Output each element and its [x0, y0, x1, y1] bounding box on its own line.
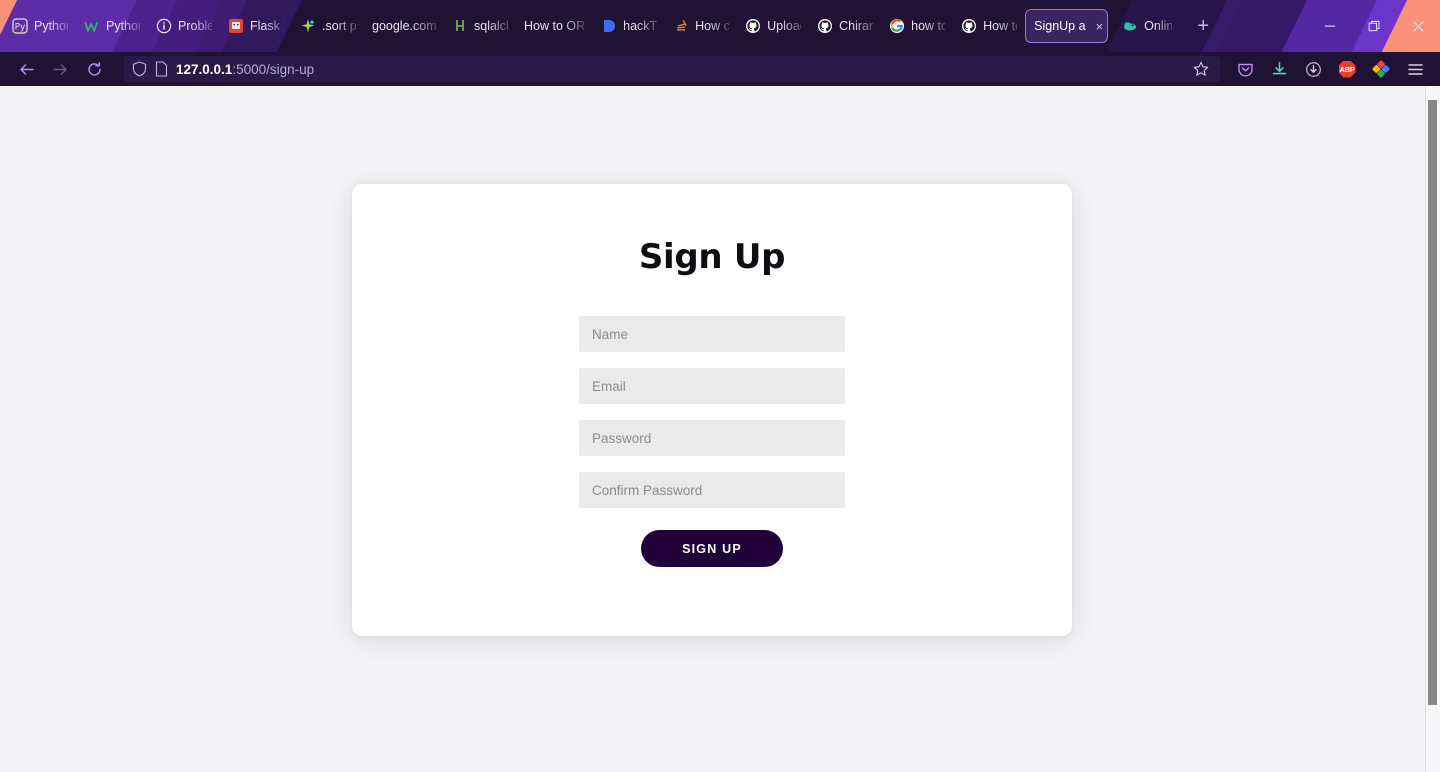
tab-python-1[interactable]: Py Python	[4, 9, 76, 43]
url-text: 127.0.0.1:5000/sign-up	[176, 62, 314, 77]
email-input[interactable]	[579, 368, 845, 404]
tab-sort-py[interactable]: .sort py	[292, 9, 364, 43]
url-host: 127.0.0.1	[176, 61, 233, 77]
tab-google-com[interactable]: google.com	[364, 9, 444, 43]
sparkle-icon	[301, 19, 315, 33]
stackoverflow-icon	[677, 20, 687, 31]
page-icon[interactable]	[155, 61, 168, 77]
tab-close-icon[interactable]: ×	[1096, 20, 1104, 33]
tab-strip: Py Python Python Problem	[0, 0, 1440, 52]
reload-button[interactable]	[78, 55, 110, 83]
maximize-icon	[1368, 20, 1380, 31]
google-icon	[890, 19, 905, 33]
tab-label: How ca	[695, 19, 730, 33]
back-arrow-icon	[19, 63, 34, 75]
minimize-button[interactable]	[1308, 6, 1352, 46]
app-menu-icon	[1407, 63, 1423, 75]
tab-python-2[interactable]: Python	[76, 9, 148, 43]
reload-icon	[87, 61, 101, 76]
github-icon	[962, 19, 977, 33]
tab-label: Python	[106, 19, 140, 33]
tab-sqlalchemy[interactable]: sqlalche	[444, 9, 516, 43]
navigation-bar: 127.0.0.1:5000/sign-up ABP	[0, 52, 1440, 86]
tab-how-to-or[interactable]: How to OR	[516, 9, 593, 43]
scrollbar-thumb[interactable]	[1428, 100, 1437, 705]
tab-problem[interactable]: Problem	[148, 9, 220, 43]
close-button[interactable]	[1396, 6, 1440, 46]
svg-text:Py: Py	[15, 23, 26, 33]
tab-label: Flask Tu	[250, 19, 284, 33]
hacktu-icon	[604, 20, 616, 32]
close-icon	[1412, 20, 1424, 32]
tab-label: SignUp a	[1034, 19, 1086, 33]
teal-cloud-icon	[1124, 22, 1137, 31]
tab-chiranj[interactable]: Chiranj	[809, 9, 881, 43]
new-tab-button[interactable]: +	[1188, 11, 1218, 41]
update-button[interactable]	[1298, 55, 1328, 83]
tab-signup-active[interactable]: SignUp a ×	[1025, 9, 1109, 43]
password-input[interactable]	[579, 420, 845, 456]
signup-form: SIGN UP	[579, 316, 845, 567]
github-icon	[818, 19, 833, 33]
github-icon	[746, 19, 761, 33]
tab-label: sqlalche	[474, 19, 508, 33]
tab-hacktu[interactable]: hackTU	[593, 9, 665, 43]
tab-online[interactable]: Online	[1114, 9, 1180, 43]
window-controls	[1308, 0, 1440, 52]
page-scrollbar[interactable]	[1425, 86, 1440, 772]
tab-label: Chiranj	[839, 19, 874, 33]
downloads-button[interactable]	[1264, 55, 1294, 83]
back-button[interactable]	[10, 55, 42, 83]
bookmark-button[interactable]	[1188, 59, 1214, 79]
star-icon	[1193, 61, 1209, 76]
python-logo-icon: Py	[12, 18, 28, 34]
sign-up-button[interactable]: SIGN UP	[641, 530, 783, 567]
w3schools-icon	[84, 21, 99, 32]
tab-how-to-github[interactable]: How to	[953, 9, 1025, 43]
tab-label: Python	[34, 19, 68, 33]
tab-label: How to	[983, 19, 1017, 33]
page-viewport: Sign Up SIGN UP	[0, 86, 1440, 772]
forward-button[interactable]	[44, 55, 76, 83]
confirm-password-input[interactable]	[579, 472, 845, 508]
tab-how-to-google[interactable]: how to	[881, 9, 953, 43]
extension-button[interactable]	[1366, 55, 1396, 83]
tab-upload[interactable]: Upload	[737, 9, 809, 43]
tab-label: google.com	[372, 19, 436, 33]
shield-icon[interactable]	[132, 61, 147, 77]
maximize-button[interactable]	[1352, 6, 1396, 46]
toolbar-icons: ABP	[1230, 55, 1430, 83]
name-input[interactable]	[579, 316, 845, 352]
page-title: Sign Up	[638, 237, 786, 277]
tab-flask-tutorial[interactable]: Flask Tu	[220, 9, 292, 43]
url-path: :5000/sign-up	[232, 61, 315, 77]
flask-tutorial-icon	[229, 19, 243, 33]
downloads-icon	[1272, 61, 1286, 74]
tab-label: Online	[1144, 19, 1173, 33]
app-menu-button[interactable]	[1400, 55, 1430, 83]
forward-arrow-icon	[52, 63, 67, 75]
tab-label: Upload	[767, 19, 801, 33]
tab-label: hackTU	[623, 19, 658, 33]
tab-label: How to OR	[524, 19, 586, 33]
adblock-plus-icon: ABP	[1338, 60, 1356, 78]
tab-how-ca[interactable]: How ca	[665, 9, 737, 43]
tab-label: .sort py	[322, 19, 356, 33]
update-circle-icon	[1305, 61, 1321, 77]
tab-label: how to	[911, 19, 946, 33]
tab-label: Problem	[178, 19, 212, 33]
pocket-button[interactable]	[1230, 55, 1260, 83]
info-circle-icon	[156, 18, 172, 34]
browser-chrome: Py Python Python Problem	[0, 0, 1440, 86]
adblock-plus-button[interactable]: ABP	[1332, 55, 1362, 83]
sqlalchemy-icon	[456, 20, 464, 31]
url-bar[interactable]: 127.0.0.1:5000/sign-up	[124, 56, 1220, 82]
extension-diamond-icon	[1372, 60, 1390, 78]
pocket-icon	[1237, 63, 1253, 77]
minimize-icon	[1325, 25, 1335, 27]
signup-card: Sign Up SIGN UP	[352, 184, 1072, 636]
browser-window: Py Python Python Problem	[0, 0, 1440, 772]
